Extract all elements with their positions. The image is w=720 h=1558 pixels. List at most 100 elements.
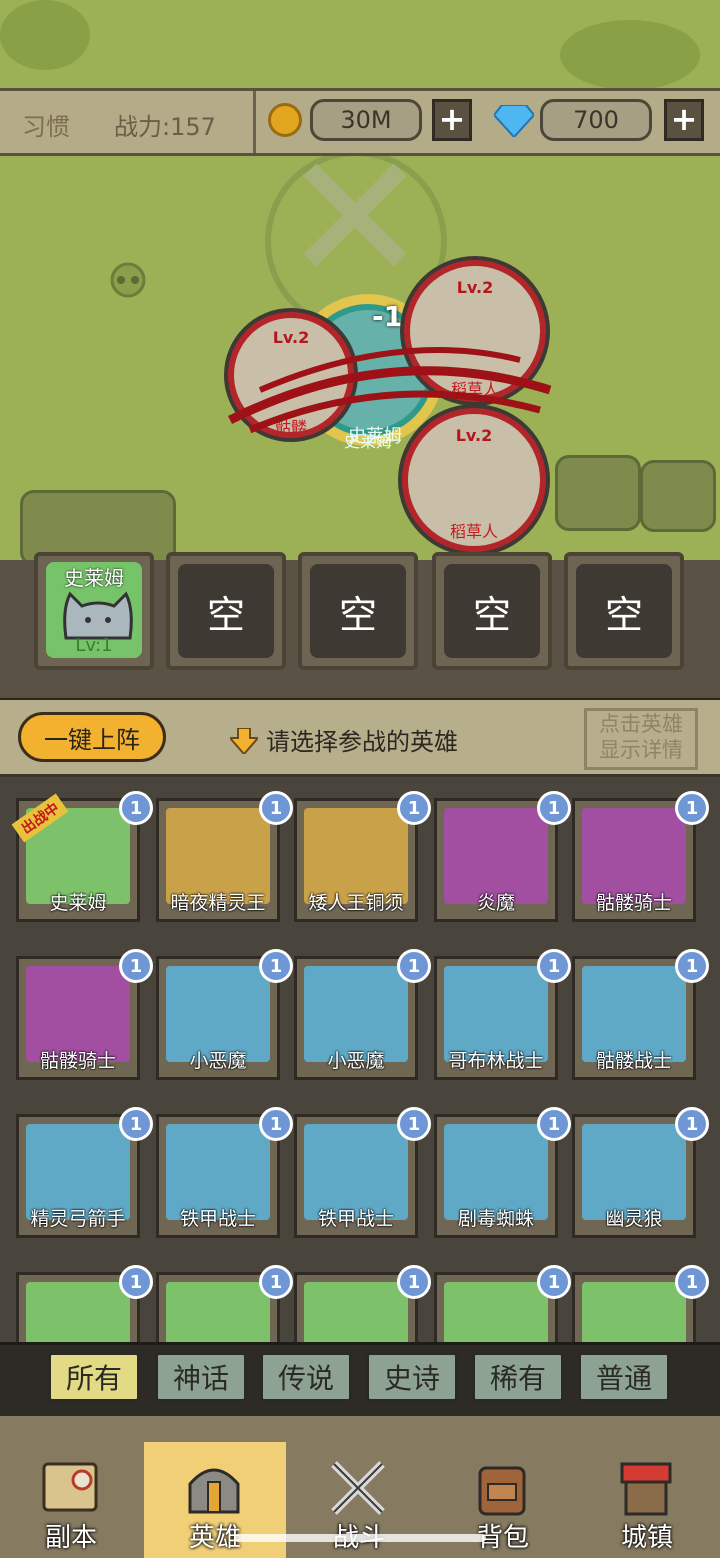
- hero-name: 幽灵狼: [605, 1208, 663, 1230]
- hero-card[interactable]: 小恶魔 1: [294, 949, 431, 1080]
- hero-portrait: [582, 1282, 686, 1342]
- hero-count-badge: 1: [675, 791, 709, 825]
- add-gem-button[interactable]: +: [664, 99, 704, 141]
- hero-portrait: [304, 1282, 408, 1342]
- hero-count-badge: 1: [259, 791, 293, 825]
- hero-card[interactable]: 哥布林战士 1: [434, 949, 571, 1080]
- hero-card[interactable]: 骷髅战士 1: [572, 949, 709, 1080]
- hero-card[interactable]: 1: [434, 1265, 571, 1342]
- hero-card[interactable]: 骷髅骑士 1: [572, 791, 709, 922]
- hero-card[interactable]: 铁甲战士 1: [294, 1107, 431, 1238]
- hero-card[interactable]: 1: [156, 1265, 293, 1342]
- filter-legendary[interactable]: 传说: [260, 1352, 352, 1402]
- enemy-name: 稻草人: [449, 522, 498, 541]
- hero-count-badge: 1: [397, 1265, 431, 1299]
- hero-card[interactable]: 幽灵狼 1: [572, 1107, 709, 1238]
- nav-label: 副本: [44, 1523, 97, 1553]
- habit-label[interactable]: 习惯: [22, 107, 70, 142]
- show-details-toggle[interactable]: 点击英雄 显示详情: [584, 708, 698, 770]
- party-slot-3[interactable]: 空: [298, 552, 418, 670]
- combat-power: 战力:157: [114, 113, 216, 141]
- helmet-icon: [188, 1468, 240, 1514]
- shop-icon: [620, 1462, 672, 1516]
- filter-all[interactable]: 所有: [48, 1352, 140, 1402]
- hero-count-badge: 1: [397, 791, 431, 825]
- empty-slot-label: 空: [444, 564, 540, 658]
- claw-slash-effect: [227, 347, 552, 434]
- hero-name: 小恶魔: [327, 1050, 385, 1072]
- hero-count-badge: 1: [259, 1107, 293, 1141]
- skull-icon: [110, 262, 146, 298]
- empty-slot-label: 空: [310, 564, 406, 658]
- nav-dungeon[interactable]: 副本: [0, 1442, 142, 1558]
- hero-name: 史莱姆: [49, 892, 107, 914]
- hero-name: 小恶魔: [189, 1050, 247, 1072]
- battlefield: 史莱姆 史莱姆 -1 Lv.2 骷髅 Lv.2 稻草人 Lv.2 稻草人: [0, 0, 720, 560]
- hero-card[interactable]: 剧毒蜘蛛 1: [434, 1107, 571, 1238]
- hero-name: 铁甲战士: [179, 1208, 256, 1230]
- hero-count-badge: 1: [259, 1265, 293, 1299]
- hero-count-badge: 1: [119, 1107, 153, 1141]
- hero-portrait: [166, 1282, 270, 1342]
- party-slot-1[interactable]: 史莱姆 Lv:1: [34, 552, 154, 670]
- hero-name: 矮人王铜须: [308, 892, 404, 914]
- slime-portrait: 史莱姆 Lv:1: [46, 562, 142, 658]
- filter-mythic[interactable]: 神话: [155, 1352, 247, 1402]
- home-indicator: [234, 1534, 486, 1542]
- hero-count-badge: 1: [675, 949, 709, 983]
- hero-name: 铁甲战士: [317, 1208, 394, 1230]
- hero-card[interactable]: 1: [572, 1265, 709, 1342]
- hero-name: 骷髅骑士: [595, 892, 672, 914]
- diamond-icon: [494, 105, 534, 137]
- hero-card[interactable]: 精灵弓箭手 1: [16, 1107, 153, 1238]
- auto-deploy-button[interactable]: 一键上阵: [18, 712, 166, 762]
- gold-coin-icon: [268, 103, 302, 137]
- nav-label: 城镇: [620, 1523, 673, 1553]
- nav-town[interactable]: 城镇: [576, 1442, 718, 1558]
- hero-card[interactable]: 史莱姆 1 出战中: [11, 791, 153, 922]
- hero-count-badge: 1: [537, 949, 571, 983]
- resource-bar: 习惯 战力:157 30M + 700 +: [0, 88, 720, 156]
- hero-card[interactable]: 暗夜精灵王 1: [156, 791, 293, 922]
- hero-name: 哥布林战士: [448, 1050, 544, 1072]
- detail-line-2: 显示详情: [599, 738, 683, 762]
- hero-name: 剧毒蜘蛛: [457, 1208, 534, 1230]
- hero-card[interactable]: 1: [16, 1265, 153, 1342]
- hero-count-badge: 1: [119, 791, 153, 825]
- hero-count-badge: 1: [537, 791, 571, 825]
- hero-name: 骷髅战士: [595, 1050, 672, 1072]
- hero-count-badge: 1: [397, 949, 431, 983]
- damage-number: -1: [372, 300, 404, 333]
- empty-slot-label: 空: [178, 564, 274, 658]
- hero-card[interactable]: 骷髅骑士 1: [16, 949, 153, 1080]
- hero-count-badge: 1: [537, 1107, 571, 1141]
- hero-card[interactable]: 小恶魔 1: [156, 949, 293, 1080]
- hero-name: 骷髅骑士: [39, 1050, 116, 1072]
- hero-card[interactable]: 炎魔 1: [434, 791, 571, 922]
- hero-count-badge: 1: [675, 1107, 709, 1141]
- crossed-swords-emblem-icon: [303, 163, 407, 267]
- filter-epic[interactable]: 史诗: [366, 1352, 458, 1402]
- empty-slot-label: 空: [576, 564, 672, 658]
- filter-rare[interactable]: 稀有: [472, 1352, 564, 1402]
- crossed-swords-icon: [331, 1461, 385, 1515]
- arrow-down-icon: [230, 728, 258, 754]
- party-slot-2[interactable]: 空: [166, 552, 286, 670]
- enemy-level: Lv.2: [456, 278, 494, 297]
- backpack-icon: [478, 1466, 526, 1516]
- hero-count-badge: 1: [675, 1265, 709, 1299]
- filter-common[interactable]: 普通: [578, 1352, 670, 1402]
- divider: [253, 91, 256, 153]
- hero-name: 炎魔: [476, 892, 515, 914]
- hero-name: 精灵弓箭手: [30, 1208, 126, 1230]
- hero-card[interactable]: 铁甲战士 1: [156, 1107, 293, 1238]
- hero-card[interactable]: 矮人王铜须 1: [294, 791, 431, 922]
- add-gold-button[interactable]: +: [432, 99, 472, 141]
- party-slot-4[interactable]: 空: [432, 552, 552, 670]
- detail-line-1: 点击英雄: [599, 712, 683, 736]
- party-slot-5[interactable]: 空: [564, 552, 684, 670]
- hero-count-badge: 1: [397, 1107, 431, 1141]
- hero-count-badge: 1: [119, 949, 153, 983]
- hero-card[interactable]: 1: [294, 1265, 431, 1342]
- hero-name: 暗夜精灵王: [170, 892, 266, 914]
